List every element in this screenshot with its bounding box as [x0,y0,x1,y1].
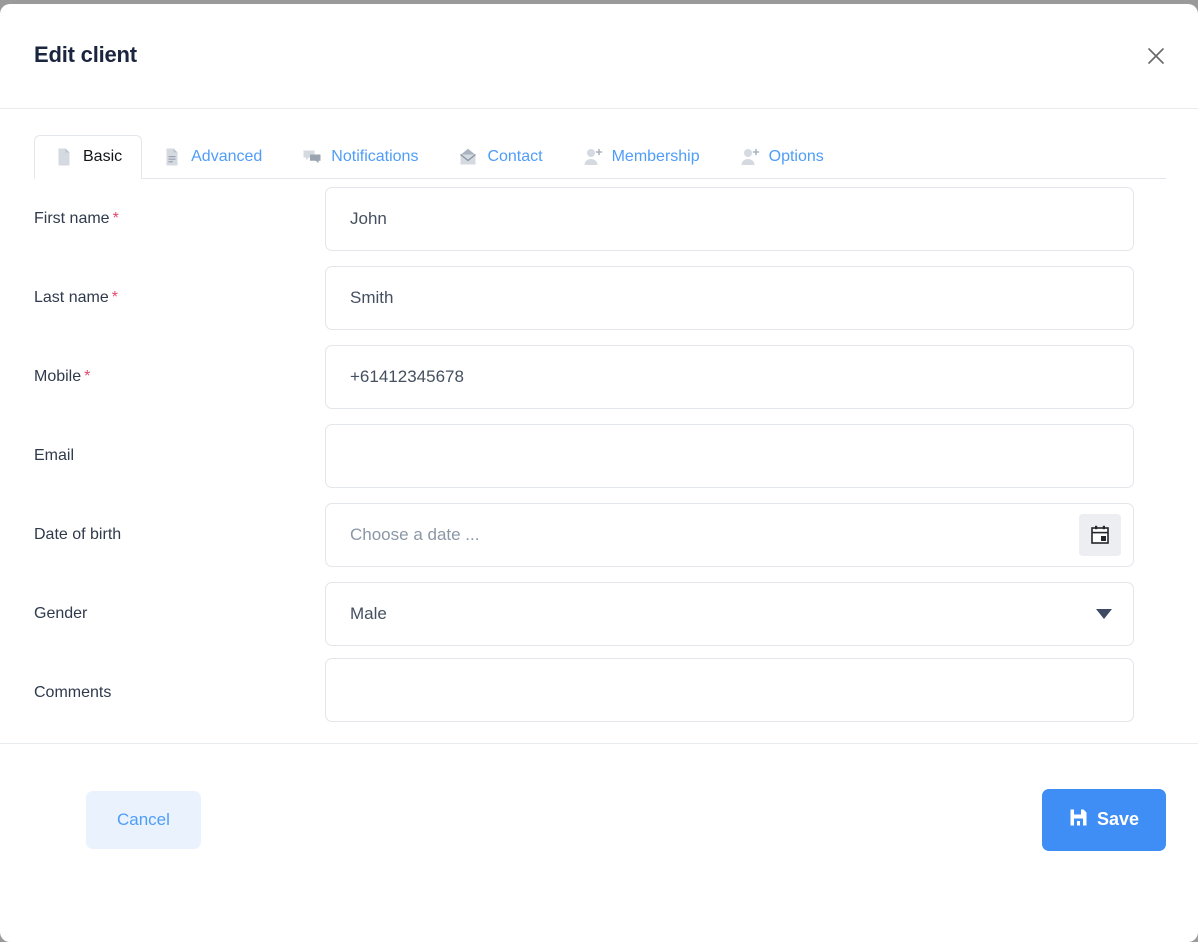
first-name-input[interactable] [325,186,1134,251]
file-lines-icon [162,147,182,167]
email-label: Email [0,447,325,465]
field-row-gender: Gender [0,574,1166,653]
label-text: Mobile [34,367,82,385]
field-row-first-name: First name * [0,179,1166,258]
dialog-footer: Cancel Save [0,743,1198,895]
tab-label: Membership [611,148,700,165]
tab-advanced[interactable]: Advanced [142,135,282,179]
tab-label: Notifications [331,148,419,165]
tab-label: Options [768,148,824,165]
save-button[interactable]: Save [1041,788,1166,851]
tab-contact[interactable]: Contact [438,135,562,179]
label-text: Last name [34,288,109,306]
close-icon[interactable] [1140,40,1172,72]
date-of-birth-label: Date of birth [0,526,325,544]
label-text: Gender [34,604,88,622]
envelope-icon [458,147,478,167]
field-row-comments: Comments [0,653,1166,732]
tab-membership[interactable]: Membership [563,135,720,179]
calendar-icon[interactable] [1079,513,1121,556]
date-of-birth-input[interactable] [325,502,1134,567]
tab-label: Basic [83,148,123,165]
comments-textarea[interactable] [325,658,1134,722]
comments-label: Comments [0,684,325,702]
user-plus-icon [583,147,603,167]
required-marker: * [84,367,91,385]
mobile-input[interactable] [325,344,1134,409]
gender-select[interactable] [325,581,1134,646]
date-field-wrapper [325,502,1134,567]
client-form: First name* Last name* Mobile* E [0,179,1198,732]
field-row-date-of-birth: Date of birth [0,495,1166,574]
cancel-button[interactable]: Cancel [86,790,201,849]
required-marker: * [112,209,119,227]
file-icon [54,147,74,167]
tab-label: Contact [487,148,543,165]
user-plus-icon [740,147,760,167]
save-button-label: Save [1096,809,1139,829]
save-floppy-icon [1069,808,1088,832]
comments-icon [302,147,322,167]
gender-select-wrapper [325,581,1134,646]
email-input[interactable] [325,423,1134,488]
last-name-input[interactable] [325,265,1134,330]
label-text: Email [34,446,75,464]
edit-client-dialog: Edit client Basic Advanced Notifications [0,4,1198,942]
dialog-header: Edit client [0,4,1198,109]
tab-bar: Basic Advanced Notifications Contact Mem [0,133,1198,179]
label-text: Comments [34,683,112,701]
label-text: First name [34,209,110,227]
tab-options[interactable]: Options [720,135,844,179]
last-name-label: Last name * [0,289,325,307]
gender-label: Gender [0,605,325,623]
label-text: Date of birth [34,525,122,543]
field-row-email: Email [0,416,1166,495]
field-row-mobile: Mobile * [0,337,1166,416]
field-row-last-name: Last name * [0,258,1166,337]
required-marker: * [111,288,118,306]
dialog-title: Edit client [34,42,137,67]
mobile-label: Mobile * [0,368,325,386]
tab-basic[interactable]: Basic [34,135,143,179]
tab-notifications[interactable]: Notifications [282,135,438,179]
first-name-label: First name * [0,210,325,228]
tab-label: Advanced [191,148,263,165]
